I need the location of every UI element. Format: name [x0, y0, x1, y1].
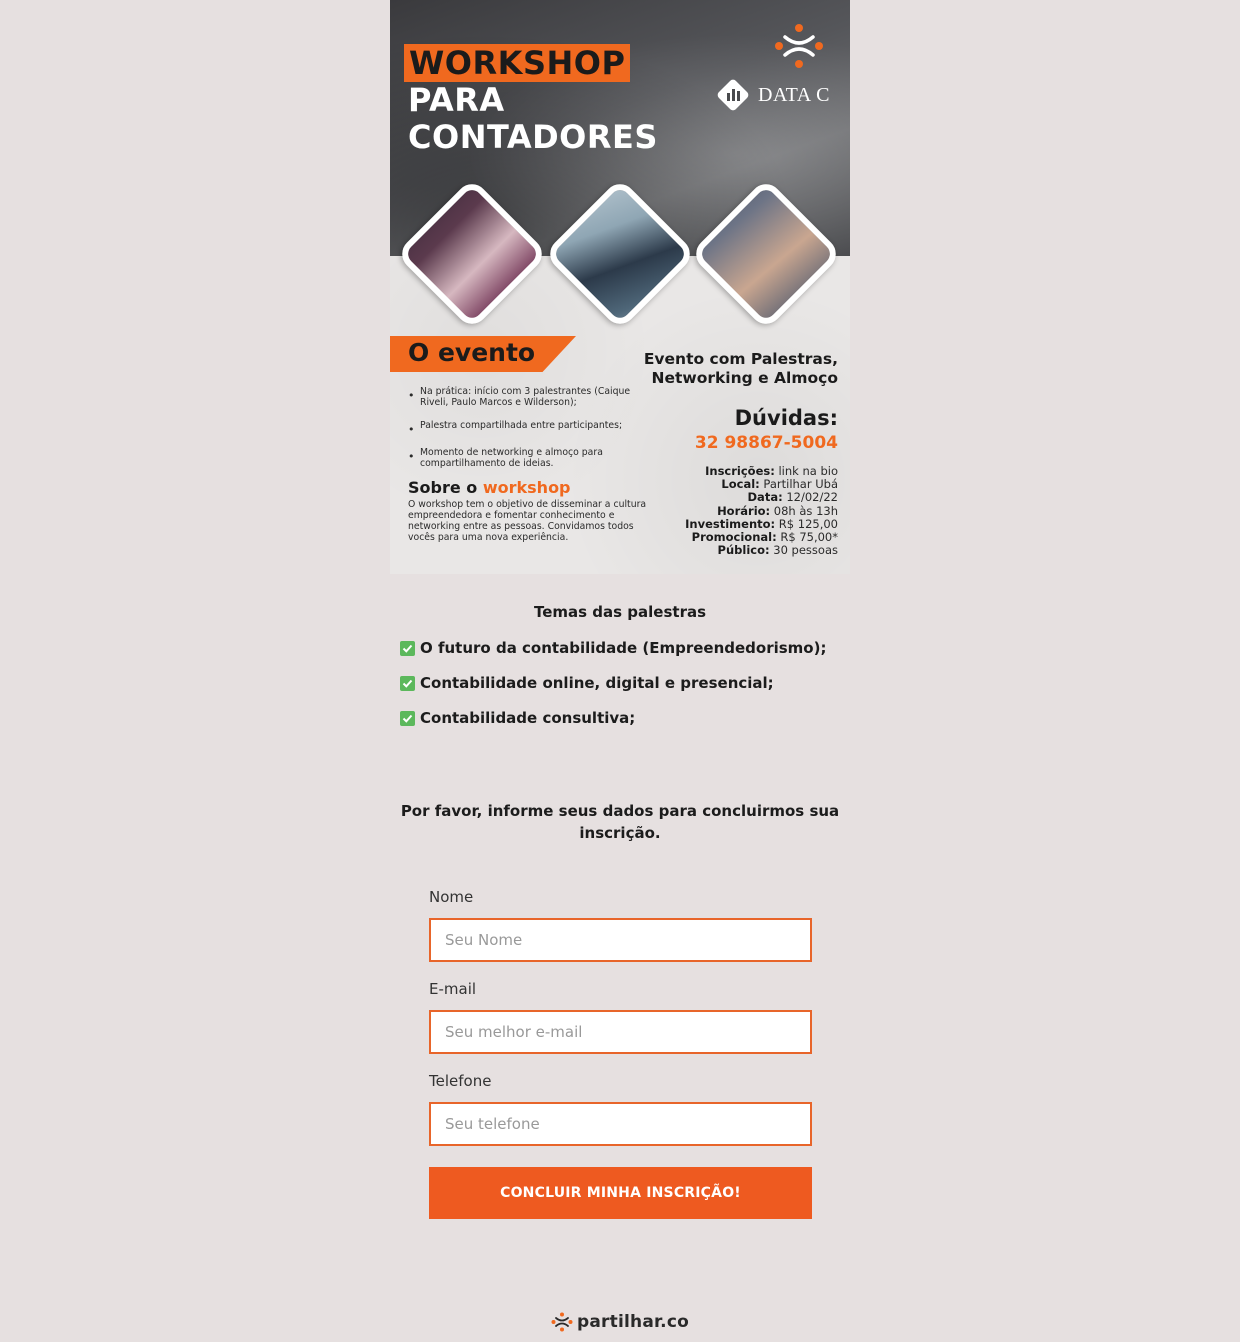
- phone-label: Telefone: [429, 1072, 492, 1090]
- check-box-icon: [400, 710, 415, 726]
- footer-brand-link[interactable]: partilhar.co: [0, 1312, 1240, 1332]
- phone-field[interactable]: [429, 1102, 812, 1146]
- data-c-diamond-icon: [717, 79, 749, 111]
- tema-item: O futuro da contabilidade (Empreendedori…: [400, 639, 826, 657]
- headline-line-1: WORKSHOP: [404, 44, 631, 82]
- data-c-logo: DATA C: [714, 76, 830, 114]
- info-row: Público: 30 pessoas: [717, 543, 838, 558]
- check-box-icon: [400, 640, 415, 656]
- sobre-title: Sobre o workshop: [408, 478, 571, 497]
- headline-line-3: CONTADORES: [408, 118, 658, 156]
- evento-tag-label: O evento: [408, 338, 536, 367]
- headline-line-2: PARA: [408, 81, 505, 119]
- flyer-headline: WORKSHOP PARA CONTADORES: [404, 44, 658, 156]
- event-flyer: WORKSHOP PARA CONTADORES DATA C O evento…: [390, 0, 850, 574]
- email-label: E-mail: [429, 980, 477, 998]
- partilhar-mark-icon: [773, 22, 825, 74]
- evento-bullet: • Palestra compartilhada entre participan…: [408, 420, 623, 436]
- tema-item: Contabilidade online, digital e presenci…: [400, 674, 774, 692]
- duvidas-heading: Dúvidas:: [734, 406, 838, 430]
- sobre-section: Sobre o workshop O workshop tem o objeti…: [408, 478, 648, 543]
- submit-button[interactable]: CONCLUIR MINHA INSCRIÇÃO!: [429, 1167, 812, 1219]
- sobre-body: O workshop tem o objetivo de disseminar …: [408, 499, 647, 543]
- contact-phone: 32 98867-5004: [694, 433, 838, 453]
- name-field[interactable]: [429, 918, 812, 962]
- evento-bullets: • Na prática: início com 3 palestrantes (…: [408, 386, 646, 481]
- event-info-list: Inscrições: link na bio Local: Partilhar…: [628, 464, 838, 558]
- footer-brand-text: partilhar.co: [577, 1312, 689, 1332]
- evento-bullet: • Na prática: início com 3 palestrantes (…: [408, 386, 631, 408]
- evento-bullet: • Momento de networking e almoço para com…: [408, 447, 603, 469]
- name-label: Nome: [429, 888, 474, 906]
- logo-text: DATA C: [758, 83, 830, 106]
- temas-title: Temas das palestras: [533, 603, 707, 621]
- form-prompt: Por favor, informe seus dados para concl…: [400, 802, 840, 842]
- partilhar-logo-icon: [551, 1312, 573, 1332]
- tema-item: Contabilidade consultiva;: [400, 709, 635, 727]
- email-field[interactable]: [429, 1010, 812, 1054]
- evento-description: Evento com Palestras, Networking e Almoç…: [643, 350, 838, 387]
- check-box-icon: [400, 675, 415, 691]
- event-details: Evento com Palestras, Networking e Almoç…: [628, 350, 838, 557]
